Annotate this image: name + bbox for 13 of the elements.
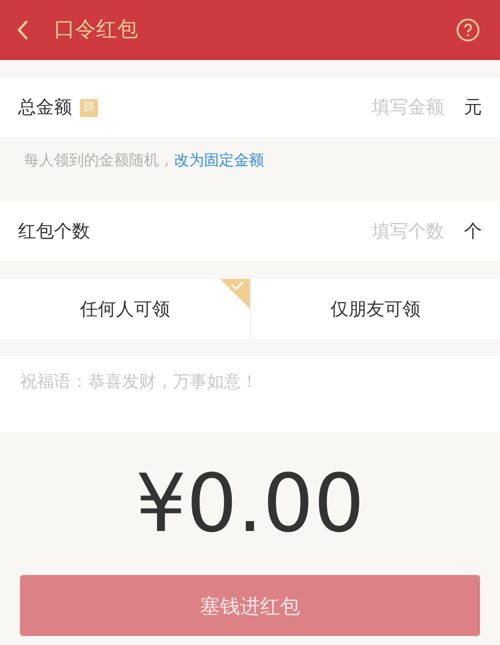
field-label: 总金额 bbox=[18, 96, 72, 120]
pin-badge: 拼 bbox=[80, 98, 98, 116]
unit-label: 个 bbox=[463, 220, 482, 244]
unit-label: 元 bbox=[463, 96, 482, 120]
total-amount: ¥0.00 bbox=[135, 464, 365, 544]
help-icon[interactable] bbox=[456, 18, 480, 42]
page-title: 口令红包 bbox=[54, 16, 138, 43]
back-icon[interactable] bbox=[16, 18, 30, 40]
option-tab[interactable]: 仅朋友可领 bbox=[250, 279, 500, 339]
hint-text: 每人领到的金额随机，改为固定金额 bbox=[24, 150, 264, 171]
field-label: 红包个数 bbox=[18, 220, 90, 244]
check-icon bbox=[220, 279, 250, 309]
option-tab[interactable]: 任何人可领 bbox=[0, 279, 250, 339]
